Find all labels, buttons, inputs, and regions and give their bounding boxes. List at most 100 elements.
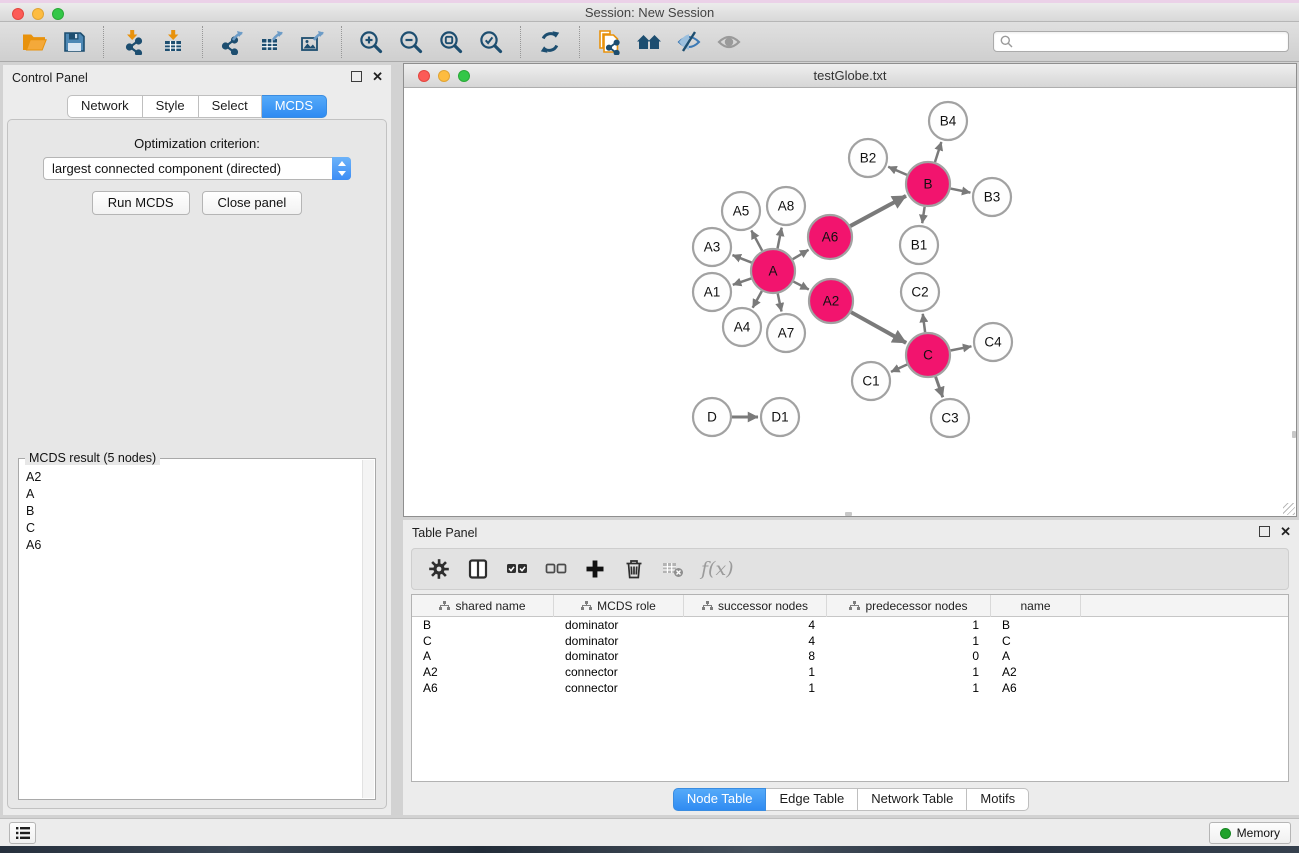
criterion-dropdown[interactable]: largest connected component (directed) <box>43 157 351 180</box>
table-row-A2[interactable]: A2connector11A2 <box>412 664 1288 680</box>
search-field[interactable] <box>993 31 1289 52</box>
window-resize-grip[interactable] <box>1283 503 1295 515</box>
table-cell[interactable]: A2 <box>991 665 1081 679</box>
column-header-shared-name[interactable]: shared name <box>412 595 554 617</box>
table-cell[interactable]: dominator <box>554 649 684 663</box>
edge-C-C3[interactable] <box>936 377 943 398</box>
tab-select[interactable]: Select <box>199 95 262 118</box>
tab-node-table[interactable]: Node Table <box>673 788 767 811</box>
table-float-panel-icon[interactable] <box>1259 526 1270 537</box>
edge-C-C1[interactable] <box>891 365 907 372</box>
graph-node-A2[interactable]: A2 <box>809 279 853 323</box>
close-panel-icon[interactable]: ✕ <box>372 71 383 82</box>
tab-motifs[interactable]: Motifs <box>967 788 1029 811</box>
search-input[interactable] <box>1018 35 1282 49</box>
zoom-selected-icon[interactable] <box>476 27 506 57</box>
column-header-successor-nodes[interactable]: successor nodes <box>684 595 827 617</box>
graph-node-C1[interactable]: C1 <box>852 362 890 400</box>
table-cell[interactable]: 1 <box>827 681 991 695</box>
home-icon[interactable] <box>634 27 664 57</box>
table-cell[interactable]: A6 <box>991 681 1081 695</box>
edge-A-A7[interactable] <box>778 294 782 312</box>
table-cell[interactable]: 1 <box>827 665 991 679</box>
table-cell[interactable]: 8 <box>684 649 827 663</box>
table-cell[interactable]: A6 <box>412 681 554 695</box>
delete-icon[interactable] <box>623 558 645 580</box>
run-mcds-button[interactable]: Run MCDS <box>92 191 190 215</box>
graph-node-A5[interactable]: A5 <box>722 192 760 230</box>
edge-A-A4[interactable] <box>753 291 762 308</box>
graph-node-A7[interactable]: A7 <box>767 314 805 352</box>
table-cell[interactable]: dominator <box>554 634 684 648</box>
table-cell[interactable]: A <box>991 649 1081 663</box>
memory-button[interactable]: Memory <box>1209 822 1291 844</box>
float-panel-icon[interactable] <box>351 71 362 82</box>
import-network-icon[interactable] <box>118 27 148 57</box>
save-session-icon[interactable] <box>59 27 89 57</box>
table-cell[interactable]: 0 <box>827 649 991 663</box>
edge-A-A2[interactable] <box>793 282 808 290</box>
gear-icon[interactable] <box>428 558 450 580</box>
table-cell[interactable]: connector <box>554 681 684 695</box>
edge-A2-C[interactable] <box>851 312 906 343</box>
mcds-result-item[interactable]: C <box>20 519 362 536</box>
add-icon[interactable] <box>584 558 606 580</box>
column-header-MCDS-role[interactable]: MCDS role <box>554 595 684 617</box>
graph-node-C3[interactable]: C3 <box>931 399 969 437</box>
table-row-A[interactable]: Adominator80A <box>412 649 1288 665</box>
table-cell[interactable]: B <box>991 618 1081 632</box>
task-history-button[interactable] <box>9 822 36 844</box>
graph-node-D[interactable]: D <box>693 398 731 436</box>
table-cell[interactable]: 1 <box>827 634 991 648</box>
tab-network[interactable]: Network <box>67 95 143 118</box>
table-cell[interactable]: B <box>412 618 554 632</box>
edge-B-B4[interactable] <box>935 142 941 162</box>
graph-node-B4[interactable]: B4 <box>929 102 967 140</box>
canvas-divider-nub-right[interactable] <box>1292 431 1296 438</box>
export-image-icon[interactable] <box>297 27 327 57</box>
mcds-result-item[interactable]: A6 <box>20 536 362 553</box>
export-network-icon[interactable] <box>217 27 247 57</box>
column-header-name[interactable]: name <box>991 595 1081 617</box>
graph-node-B2[interactable]: B2 <box>849 139 887 177</box>
graph-node-B3[interactable]: B3 <box>973 178 1011 216</box>
graph-node-C4[interactable]: C4 <box>974 323 1012 361</box>
hide-graphics-details-icon[interactable] <box>674 27 704 57</box>
table-cell[interactable]: 4 <box>684 618 827 632</box>
zoom-out-icon[interactable] <box>396 27 426 57</box>
mcds-result-item[interactable]: B <box>20 502 362 519</box>
zoom-fit-icon[interactable] <box>436 27 466 57</box>
edge-C-C2[interactable] <box>923 314 925 332</box>
select-all-icon[interactable] <box>506 558 528 580</box>
table-row-C[interactable]: Cdominator41C <box>412 633 1288 649</box>
mcds-result-item[interactable]: A <box>20 485 362 502</box>
column-header-predecessor-nodes[interactable]: predecessor nodes <box>827 595 991 617</box>
duplicate-network-icon[interactable] <box>594 27 624 57</box>
show-graphics-details-icon[interactable] <box>714 27 744 57</box>
table-cell[interactable]: dominator <box>554 618 684 632</box>
table-cell[interactable]: 1 <box>684 681 827 695</box>
edge-C-C4[interactable] <box>951 346 972 350</box>
graph-node-B[interactable]: B <box>906 162 950 206</box>
tab-edge-table[interactable]: Edge Table <box>766 788 858 811</box>
graph-node-D1[interactable]: D1 <box>761 398 799 436</box>
deselect-all-icon[interactable] <box>545 558 567 580</box>
edge-A-A6[interactable] <box>793 250 809 259</box>
edge-B-B3[interactable] <box>951 189 971 193</box>
table-cell[interactable]: connector <box>554 665 684 679</box>
graph-node-C2[interactable]: C2 <box>901 273 939 311</box>
table-row-B[interactable]: Bdominator41B <box>412 617 1288 633</box>
edge-A6-B[interactable] <box>850 196 906 226</box>
tab-style[interactable]: Style <box>143 95 199 118</box>
graph-node-A[interactable]: A <box>751 249 795 293</box>
tab-network-table[interactable]: Network Table <box>858 788 967 811</box>
table-cell[interactable]: 1 <box>684 665 827 679</box>
open-folder-icon[interactable] <box>19 27 49 57</box>
table-cell[interactable]: 4 <box>684 634 827 648</box>
table-cell[interactable]: A <box>412 649 554 663</box>
edge-A-A3[interactable] <box>732 255 751 263</box>
refresh-icon[interactable] <box>535 27 565 57</box>
table-row-A6[interactable]: A6connector11A6 <box>412 680 1288 696</box>
graph-node-A4[interactable]: A4 <box>723 308 761 346</box>
graph-node-A8[interactable]: A8 <box>767 187 805 225</box>
